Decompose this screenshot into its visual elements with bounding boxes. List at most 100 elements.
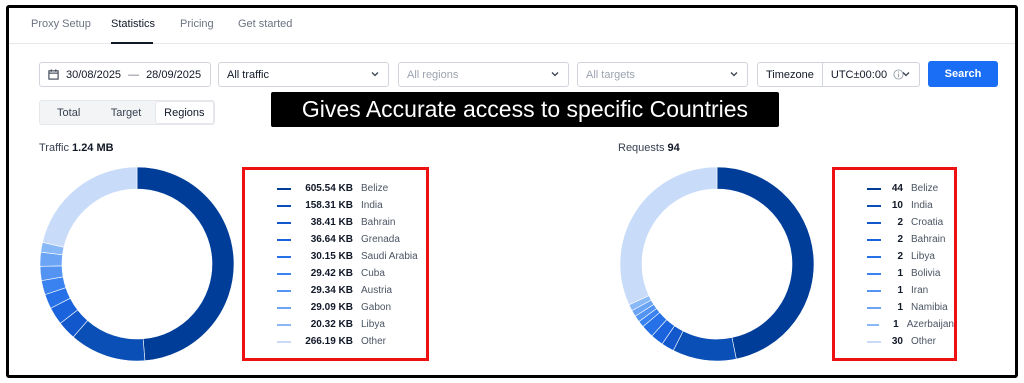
tab-proxy-setup[interactable]: Proxy Setup [31,18,91,30]
chevron-down-icon [902,72,910,77]
chevron-down-icon [551,72,559,77]
legend-label: Croatia [911,217,944,228]
legend-swatch [277,323,291,326]
top-tabs: Proxy Setup Statistics Pricing Get start… [9,8,1015,44]
legend-value: 1 [897,285,903,296]
legend-swatch [277,238,291,241]
legend-item[interactable]: 605.54 KB Belize [245,180,426,197]
segment-target[interactable]: Target [97,101,154,124]
donut-slice-other[interactable] [619,166,718,306]
requests-heading: Requests 94 [618,142,680,154]
regions-select[interactable]: All regions [398,62,569,87]
legend-value: 266.19 KB [305,336,353,347]
legend-item[interactable]: 158.31 KB India [245,197,426,214]
legend-swatch [277,255,291,258]
legend-label: India [911,200,933,211]
tab-pricing[interactable]: Pricing [180,18,214,30]
legend-item[interactable]: 1 Bolivia [835,265,954,282]
requests-donut-chart [619,166,815,362]
legend-swatch [277,340,291,343]
legend-label: Grenada [361,234,400,245]
legend-item[interactable]: 29.34 KB Austria [245,282,426,299]
legend-item[interactable]: 44 Belize [835,180,954,197]
legend-item[interactable]: 30 Other [835,333,954,350]
legend-item[interactable]: 30.15 KB Saudi Arabia [245,248,426,265]
regions-select-value: All regions [407,68,459,81]
legend-item[interactable]: 2 Bahrain [835,231,954,248]
targets-select-value: All targets [586,68,635,81]
legend-swatch [867,323,880,326]
date-range-picker[interactable]: 30/08/2025 — 28/09/2025 [39,62,211,87]
legend-item[interactable]: 2 Libya [835,248,954,265]
legend-swatch [277,204,291,207]
segment-total[interactable]: Total [40,101,97,124]
legend-value: 44 [891,183,903,194]
view-segmented-control: Total Target Regions [39,100,215,125]
traffic-select[interactable]: All traffic [218,62,389,87]
requests-legend: 44 Belize 10 India 2 Croatia 2 Bahrain 2 Libya 1 Bo… [832,167,957,361]
legend-value: 1 [893,319,899,330]
date-to: 28/09/2025 [146,68,202,81]
legend-swatch [867,187,881,190]
legend-label: India [361,200,383,211]
legend-item[interactable]: 29.09 KB Gabon [245,299,426,316]
legend-value: 158.31 KB [305,200,353,211]
legend-swatch [867,204,881,207]
legend-swatch [867,221,881,224]
tab-get-started[interactable]: Get started [238,18,292,30]
legend-label: Azerbaijan [906,319,954,330]
donut-slice-other[interactable] [42,166,138,248]
legend-swatch [867,255,881,258]
legend-label: Cuba [361,268,385,279]
search-button[interactable]: Search [928,61,998,87]
chevron-down-icon [730,72,738,77]
targets-select[interactable]: All targets [577,62,748,87]
tab-statistics[interactable]: Statistics [111,18,155,30]
legend-label: Saudi Arabia [361,251,418,262]
legend-item[interactable]: 29.42 KB Cuba [245,265,426,282]
timezone-value: UTC±00:00 [830,68,888,81]
donut-slice-belize[interactable] [716,166,815,360]
legend-label: Other [911,336,937,347]
legend-value: 36.64 KB [310,234,353,245]
legend-item[interactable]: 266.19 KB Other [245,333,426,350]
legend-value: 1 [897,268,903,279]
legend-swatch [867,289,881,292]
legend-value: 29.34 KB [310,285,353,296]
date-separator: — [128,68,140,81]
timezone-label: Timezone [766,63,823,86]
legend-value: 38.41 KB [310,217,353,228]
legend-swatch [277,272,291,275]
legend-item[interactable]: 38.41 KB Bahrain [245,214,426,231]
legend-label: Gabon [361,302,392,313]
donut-slice-india[interactable] [672,330,737,362]
promo-banner: Gives Accurate access to specific Countr… [271,92,779,127]
donut-slice-belize[interactable] [136,166,235,362]
legend-label: Belize [911,183,939,194]
legend-item[interactable]: 1 Namibia [835,299,954,316]
legend-swatch [867,340,881,343]
traffic-total: 1.24 MB [72,142,114,154]
donut-slice-india[interactable] [72,320,146,362]
legend-value: 30 [891,336,903,347]
legend-swatch [867,272,881,275]
legend-swatch [867,306,881,309]
segment-regions[interactable]: Regions [154,101,214,124]
traffic-donut-chart [39,166,235,362]
legend-item[interactable]: 2 Croatia [835,214,954,231]
requests-heading-label: Requests [618,142,665,154]
legend-label: Namibia [911,302,948,313]
legend-item[interactable]: 1 Iran [835,282,954,299]
legend-item[interactable]: 10 India [835,197,954,214]
legend-value: 2 [897,251,903,262]
legend-label: Other [361,336,387,347]
legend-label: Belize [361,183,389,194]
timezone-select[interactable]: Timezone UTC±00:00 [757,62,920,87]
traffic-legend: 605.54 KB Belize 158.31 KB India 38.41 KB Bah… [242,167,429,361]
calendar-icon [48,69,59,80]
legend-item[interactable]: 20.32 KB Libya [245,316,426,333]
legend-item[interactable]: 36.64 KB Grenada [245,231,426,248]
legend-swatch [277,289,291,292]
legend-item[interactable]: 1 Azerbaijan [835,316,954,333]
legend-swatch [277,221,291,224]
